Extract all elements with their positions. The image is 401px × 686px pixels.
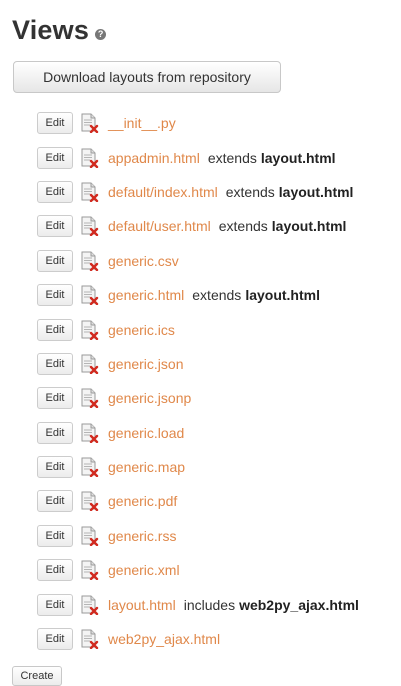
views-header: Views ? bbox=[12, 13, 107, 47]
delete-file-icon[interactable] bbox=[81, 629, 99, 650]
relation-label: includes bbox=[183, 596, 236, 613]
parent-layout: layout.html bbox=[245, 287, 320, 304]
file-link[interactable]: generic.csv bbox=[108, 253, 179, 269]
delete-file-icon[interactable] bbox=[81, 388, 99, 409]
edit-button[interactable]: Edit bbox=[37, 180, 73, 203]
create-button[interactable]: Create bbox=[12, 666, 62, 686]
relation-label: extends bbox=[218, 218, 268, 235]
parent-layout: layout.html bbox=[260, 149, 336, 166]
file-row: Edit generic.rss bbox=[37, 519, 401, 553]
delete-file-icon[interactable] bbox=[81, 148, 99, 168]
delete-file-icon[interactable] bbox=[81, 285, 99, 306]
file-link[interactable]: generic.json bbox=[108, 356, 184, 372]
delete-file-icon[interactable] bbox=[81, 113, 99, 134]
edit-button[interactable]: Edit bbox=[37, 524, 73, 547]
delete-file-icon[interactable] bbox=[81, 251, 99, 271]
file-row: Edit default/index.html extends layout.html bbox=[37, 175, 401, 209]
file-row: Edit appadmin.html extends layout.html bbox=[37, 140, 401, 174]
file-row: Edit generic.json bbox=[37, 347, 401, 381]
file-link[interactable]: generic.jsonp bbox=[108, 390, 191, 406]
parent-layout: layout.html bbox=[278, 183, 354, 200]
delete-file-icon[interactable] bbox=[81, 423, 99, 443]
edit-button[interactable]: Edit bbox=[37, 421, 73, 444]
file-row: Edit generic.map bbox=[37, 450, 401, 484]
file-link[interactable]: generic.xml bbox=[108, 562, 180, 578]
file-link[interactable]: default/user.html bbox=[108, 218, 211, 234]
file-link[interactable]: generic.load bbox=[108, 425, 184, 441]
edit-button[interactable]: Edit bbox=[37, 352, 73, 375]
delete-file-icon[interactable] bbox=[81, 491, 99, 512]
file-row: Edit layout.html includes web2py_ajax.html bbox=[37, 587, 401, 621]
edit-button[interactable]: Edit bbox=[37, 112, 73, 135]
parent-layout: layout.html bbox=[271, 218, 347, 235]
relation-label: extends bbox=[225, 183, 275, 200]
edit-button[interactable]: Edit bbox=[37, 628, 73, 651]
file-row: Edit generic.xml bbox=[37, 553, 401, 587]
delete-file-icon[interactable] bbox=[81, 526, 99, 547]
file-link[interactable]: generic.ics bbox=[108, 322, 175, 338]
file-link[interactable]: generic.pdf bbox=[108, 493, 177, 509]
edit-button[interactable]: Edit bbox=[37, 593, 73, 616]
file-link[interactable]: generic.map bbox=[108, 459, 185, 475]
help-icon[interactable]: ? bbox=[95, 28, 107, 40]
delete-file-icon[interactable] bbox=[81, 595, 99, 615]
file-link[interactable]: web2py_ajax.html bbox=[108, 631, 220, 647]
edit-button[interactable]: Edit bbox=[37, 215, 73, 238]
file-row: Edit __init__.py bbox=[37, 106, 401, 140]
download-layouts-button[interactable]: Download layouts from repository bbox=[13, 61, 281, 93]
file-row: Edit generic.pdf bbox=[37, 484, 401, 518]
edit-button[interactable]: Edit bbox=[37, 559, 73, 582]
page-title: Views bbox=[12, 14, 90, 45]
views-file-list: Edit __init__.py Edit appadmin.html extends l… bbox=[37, 106, 401, 656]
file-row: Edit web2py_ajax.html bbox=[37, 622, 401, 656]
file-row: Edit default/user.html extends layout.html bbox=[37, 209, 401, 243]
edit-button[interactable]: Edit bbox=[37, 387, 73, 410]
edit-button[interactable]: Edit bbox=[37, 146, 73, 169]
delete-file-icon[interactable] bbox=[81, 216, 99, 237]
edit-button[interactable]: Edit bbox=[37, 456, 73, 479]
file-link[interactable]: appadmin.html bbox=[108, 150, 200, 166]
file-link[interactable]: __init__.py bbox=[108, 115, 176, 131]
edit-button[interactable]: Edit bbox=[37, 490, 73, 513]
file-row: Edit generic.html extends layout.html bbox=[37, 278, 401, 312]
relation-label: extends bbox=[207, 149, 257, 166]
edit-button[interactable]: Edit bbox=[37, 249, 73, 272]
edit-button[interactable]: Edit bbox=[37, 284, 73, 307]
delete-file-icon[interactable] bbox=[81, 457, 99, 478]
parent-layout: web2py_ajax.html bbox=[239, 596, 359, 613]
file-row: Edit generic.load bbox=[37, 416, 401, 450]
edit-button[interactable]: Edit bbox=[37, 318, 73, 341]
file-link[interactable]: layout.html bbox=[108, 597, 176, 613]
file-row: Edit generic.jsonp bbox=[37, 381, 401, 415]
delete-file-icon[interactable] bbox=[81, 182, 99, 203]
file-link[interactable]: default/index.html bbox=[108, 184, 218, 200]
file-link[interactable]: generic.rss bbox=[108, 528, 176, 544]
delete-file-icon[interactable] bbox=[81, 354, 99, 375]
file-row: Edit generic.ics bbox=[37, 312, 401, 346]
delete-file-icon[interactable] bbox=[81, 560, 99, 581]
delete-file-icon[interactable] bbox=[81, 320, 99, 340]
file-row: Edit generic.csv bbox=[37, 244, 401, 278]
relation-label: extends bbox=[192, 287, 242, 304]
file-link[interactable]: generic.html bbox=[108, 287, 184, 303]
